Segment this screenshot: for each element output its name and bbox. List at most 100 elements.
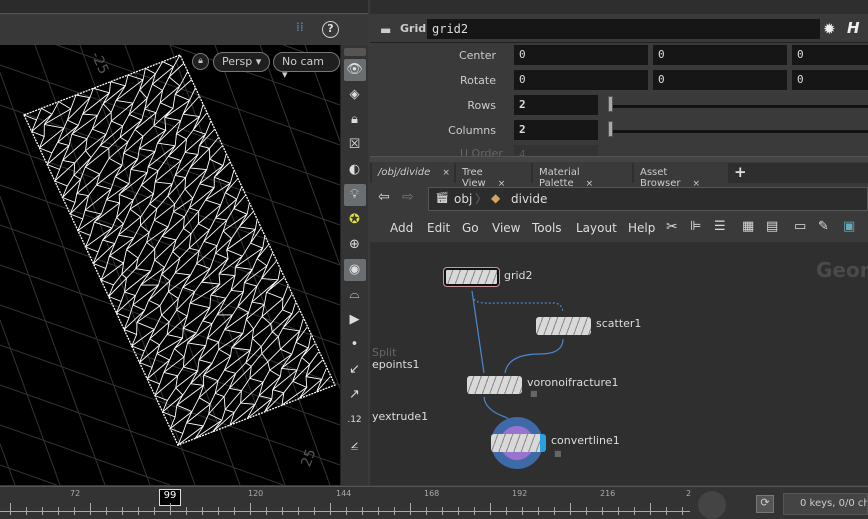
- menu-add[interactable]: Add: [390, 221, 413, 235]
- display-options-icon[interactable]: ⁞⁞: [296, 20, 304, 34]
- prim-normal-icon[interactable]: ⦤: [344, 434, 366, 456]
- center-z[interactable]: 0: [792, 45, 868, 65]
- thumbnail-icon[interactable]: ▤: [766, 219, 778, 234]
- node-grid2[interactable]: [444, 268, 499, 286]
- param-label: Rows: [467, 99, 496, 112]
- timeline-tick: [90, 503, 91, 515]
- grid-line: [0, 464, 57, 485]
- gear-icon[interactable]: ✹: [823, 20, 836, 38]
- menu-edit[interactable]: Edit: [427, 221, 450, 235]
- tab-network[interactable]: /obj/divide ×: [372, 163, 454, 183]
- menu-layout[interactable]: Layout: [576, 221, 617, 235]
- rows-field[interactable]: 2: [514, 95, 598, 115]
- timeline-tick: [442, 507, 443, 515]
- tick-label: 120: [248, 489, 264, 498]
- tick-label: 216: [600, 489, 616, 498]
- center-x[interactable]: 0: [514, 45, 648, 65]
- network-box-icon[interactable]: ▭: [794, 219, 806, 234]
- network-editor[interactable]: Geometry grid2 scatter1 voronoifracture1…: [370, 242, 868, 485]
- headlight-icon[interactable]: 💡︎: [343, 184, 366, 206]
- lock-camera-icon[interactable]: 🔒︎: [192, 53, 209, 70]
- timeline-tick: [410, 503, 411, 515]
- param-label: Rotate: [459, 74, 496, 87]
- timeline[interactable]: 72 120 144 168 192 216 2 99 ⟳ 0 keys, 0/…: [0, 486, 868, 519]
- point-numbers-icon[interactable]: .12: [344, 409, 366, 431]
- grid-line: [0, 304, 340, 426]
- tab-material-palette[interactable]: Material Palette ×: [533, 163, 632, 189]
- rows-slider[interactable]: [610, 105, 868, 108]
- viewport-header: ? ⁞⁞: [0, 16, 368, 44]
- timeline-tick: [170, 503, 171, 515]
- wrench-icon[interactable]: ✂: [666, 219, 678, 235]
- timeline-tick: [298, 507, 299, 515]
- toolbar-scroll[interactable]: [343, 48, 366, 56]
- sticky-note-icon[interactable]: ✎: [818, 219, 829, 234]
- rotate-x[interactable]: 0: [514, 70, 648, 90]
- point-display-icon[interactable]: •: [344, 334, 366, 356]
- playback-dial[interactable]: [698, 491, 726, 519]
- timeline-tick: [666, 507, 667, 515]
- node-voronoifracture1[interactable]: [467, 376, 522, 394]
- close-icon[interactable]: ×: [442, 168, 450, 178]
- node-name-field[interactable]: grid2: [427, 19, 820, 39]
- forward-icon[interactable]: ⇨: [402, 189, 414, 205]
- help-h-icon[interactable]: H: [847, 19, 860, 37]
- normal-display-icon[interactable]: ↙: [344, 359, 366, 381]
- grid-line: [259, 45, 340, 266]
- help-icon[interactable]: ?: [322, 21, 339, 38]
- visibility-icon[interactable]: 👁︎: [343, 59, 366, 81]
- shaded-mode-icon[interactable]: ◉: [343, 259, 366, 281]
- timeline-tick: [266, 507, 267, 515]
- background-image-icon[interactable]: ▣: [843, 219, 855, 234]
- shading-icon[interactable]: ◐: [344, 159, 366, 181]
- timeline-tick: [378, 507, 379, 515]
- list-icon[interactable]: ☰: [714, 219, 726, 234]
- camera-label: No cam: [282, 55, 324, 68]
- camera-icon[interactable]: ⌓: [344, 284, 366, 306]
- partial-node-label: epoints1: [372, 358, 420, 371]
- uorder-field[interactable]: 4: [514, 145, 598, 156]
- timeline-tick: [682, 507, 683, 515]
- columns-slider[interactable]: [610, 130, 868, 133]
- add-tab-icon[interactable]: +: [734, 163, 747, 181]
- tab-tree-view[interactable]: Tree View ×: [456, 163, 531, 189]
- key-sync-icon[interactable]: ⟳: [756, 495, 774, 513]
- tree-icon[interactable]: ⊫: [690, 219, 701, 234]
- menu-go[interactable]: Go: [462, 221, 479, 235]
- light-add-icon[interactable]: ⊕: [344, 234, 366, 256]
- rotate-y[interactable]: 0: [653, 70, 787, 90]
- timeline-tick: [346, 507, 347, 515]
- node-convertline1[interactable]: [491, 434, 546, 452]
- back-icon[interactable]: ⇦: [378, 189, 390, 205]
- breadcrumb: 🎬︎ obj 〉 ◆ divide: [428, 187, 868, 211]
- persp-menu[interactable]: Persp ▾: [213, 52, 271, 72]
- param-label: Columns: [448, 124, 496, 137]
- breadcrumb-divide[interactable]: divide: [511, 192, 547, 206]
- light-off-icon[interactable]: ☒: [344, 134, 366, 156]
- point-normal-icon[interactable]: ↗: [344, 384, 366, 406]
- columns-field[interactable]: 2: [514, 120, 598, 140]
- rotate-z[interactable]: 0: [792, 70, 868, 90]
- select-mode-icon[interactable]: ◈: [344, 84, 366, 106]
- menu-view[interactable]: View: [492, 221, 520, 235]
- columns-slider-handle[interactable]: [608, 121, 613, 137]
- timeline-tick: [554, 507, 555, 515]
- timeline-tick: [42, 507, 43, 515]
- light-icon[interactable]: ✪: [344, 209, 366, 231]
- persp-label: Persp: [222, 55, 253, 68]
- scene-viewport[interactable]: -25 25 🔒︎ Persp ▾ No cam ▾: [0, 45, 340, 485]
- menu-tools[interactable]: Tools: [532, 221, 562, 235]
- timeline-tick: [570, 503, 571, 515]
- breadcrumb-obj[interactable]: obj: [454, 192, 472, 206]
- menu-help[interactable]: Help: [628, 221, 655, 235]
- pane-splitter[interactable]: [370, 156, 868, 162]
- camera-menu[interactable]: No cam ▾: [273, 52, 340, 81]
- tab-asset-browser[interactable]: Asset Browser ×: [634, 163, 728, 189]
- grid-view-icon[interactable]: ▦: [742, 219, 754, 234]
- obj-icon: 🎬︎: [435, 191, 449, 204]
- node-scatter1[interactable]: [536, 317, 591, 335]
- lock-icon[interactable]: 🔒︎: [344, 109, 366, 131]
- flipbook-icon[interactable]: ▶: [344, 309, 366, 331]
- center-y[interactable]: 0: [653, 45, 787, 65]
- rows-slider-handle[interactable]: [608, 96, 613, 112]
